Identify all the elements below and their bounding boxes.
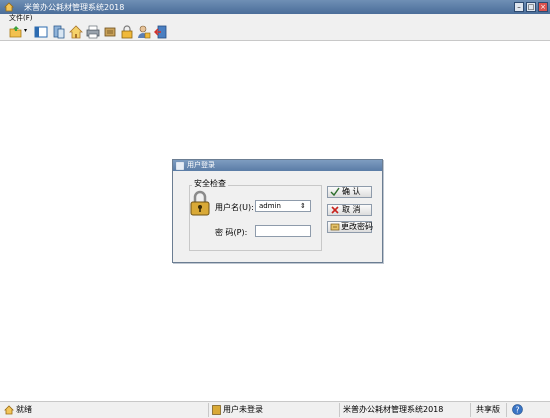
status-separator xyxy=(470,403,471,417)
statusbar: 就绪 用户未登录 米普办公耗材管理系统2018 共享版 ? xyxy=(0,401,550,418)
username-value: admin xyxy=(259,202,281,210)
minimize-button[interactable]: – xyxy=(514,2,524,12)
app-name-text: 米普办公耗材管理系统2018 xyxy=(343,405,444,414)
user-status-icon xyxy=(212,405,221,415)
exit-icon[interactable] xyxy=(154,25,168,39)
open-folder-icon[interactable] xyxy=(9,25,23,39)
dialog-icon xyxy=(176,162,184,170)
cancel-button[interactable]: 取 消 xyxy=(327,204,372,216)
tools-icon[interactable] xyxy=(103,25,117,39)
home-icon[interactable] xyxy=(69,25,83,39)
security-check-label: 安全检查 xyxy=(192,178,228,189)
status-text: 就绪 xyxy=(16,405,32,414)
confirm-button[interactable]: 确 认 xyxy=(327,186,372,198)
edition-text: 共享版 xyxy=(476,405,500,414)
status-separator xyxy=(506,403,507,417)
chevron-down-icon[interactable]: ▾ xyxy=(24,27,27,34)
status-separator xyxy=(208,403,209,417)
window-titlebar: 米普办公耗材管理系统2018 – □ × xyxy=(0,0,550,14)
change-password-button[interactable]: 更改密码 xyxy=(327,221,373,233)
login-dialog-title: 用户登录 xyxy=(173,160,382,171)
printer-icon[interactable] xyxy=(86,25,100,39)
data-icon[interactable] xyxy=(52,25,66,39)
user-status-text: 用户未登录 xyxy=(223,405,263,414)
x-icon xyxy=(331,206,339,214)
lock-icon[interactable] xyxy=(120,25,134,39)
menubar: 文件(F) xyxy=(0,14,550,23)
toolbar: ▾ xyxy=(0,23,550,41)
cancel-button-label: 取 消 xyxy=(342,205,361,214)
user-lock-icon[interactable] xyxy=(137,25,151,39)
svg-text:?: ? xyxy=(515,406,519,415)
combo-arrow-icon[interactable]: ⇕ xyxy=(300,202,306,211)
key-icon xyxy=(330,223,340,231)
status-separator xyxy=(339,403,340,417)
maximize-button[interactable]: □ xyxy=(526,2,536,12)
help-icon[interactable]: ? xyxy=(512,404,523,415)
login-dialog: 用户登录 安全检查 用户名(U): admin ⇕ 密 码(P): 确 认 取 … xyxy=(172,159,383,263)
password-field[interactable] xyxy=(255,225,311,237)
change-password-label: 更改密码 xyxy=(341,222,373,231)
window-title: 米普办公耗材管理系统2018 xyxy=(24,3,125,12)
app-icon xyxy=(4,2,14,12)
username-label: 用户名(U): xyxy=(215,203,254,212)
status-ready-icon xyxy=(4,405,14,415)
password-label: 密 码(P): xyxy=(215,228,248,237)
menu-file[interactable]: 文件(F) xyxy=(9,14,33,23)
check-icon xyxy=(330,187,340,197)
list-view-icon[interactable] xyxy=(34,25,48,39)
confirm-button-label: 确 认 xyxy=(342,187,361,196)
padlock-icon xyxy=(190,190,210,216)
close-button[interactable]: × xyxy=(538,2,548,12)
